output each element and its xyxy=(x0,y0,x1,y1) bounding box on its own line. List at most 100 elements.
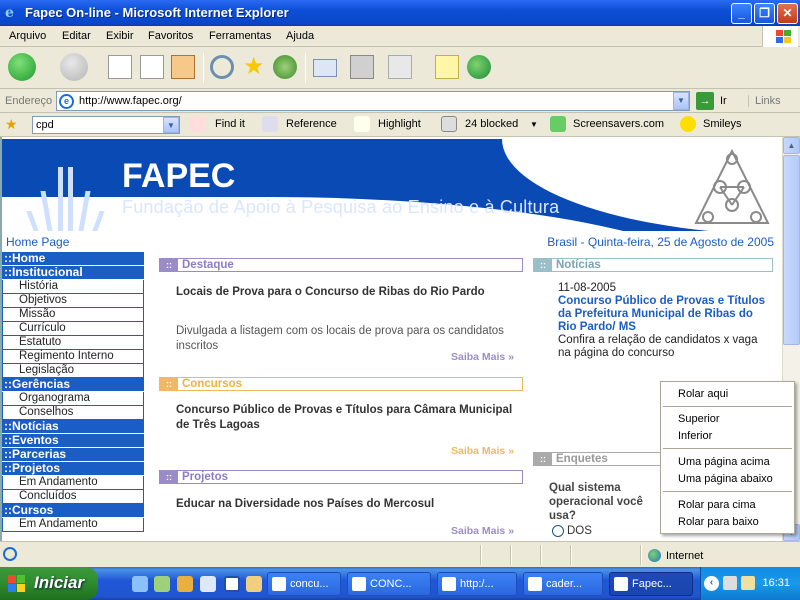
menu-top[interactable]: Superior xyxy=(678,413,720,425)
menu-editar[interactable]: Editar xyxy=(62,30,91,42)
menu-exibir[interactable]: Exibir xyxy=(106,30,134,42)
scroll-up-icon[interactable]: ▲ xyxy=(783,137,800,154)
print-icon[interactable] xyxy=(350,55,374,79)
stop-icon[interactable] xyxy=(108,55,132,79)
task-conc[interactable]: CONC... xyxy=(347,572,431,596)
task-http[interactable]: http:/... xyxy=(437,572,517,596)
task-fapec[interactable]: Fapec... xyxy=(609,572,693,596)
nav-link[interactable]: História xyxy=(2,280,144,294)
menu-scroll-down[interactable]: Rolar para baixo xyxy=(678,516,759,528)
projetos-more-link[interactable]: Saiba Mais » xyxy=(451,525,514,537)
nav-link[interactable]: Regimento Interno xyxy=(2,350,144,364)
quicklaunch-ie-icon[interactable] xyxy=(132,576,148,592)
search-icon[interactable] xyxy=(210,55,234,79)
nav-link[interactable]: Objetivos xyxy=(2,294,144,308)
mail-icon[interactable] xyxy=(313,59,337,77)
menu-ajuda[interactable]: Ajuda xyxy=(286,30,314,42)
edit-icon[interactable] xyxy=(388,55,412,79)
menu-bottom[interactable]: Inferior xyxy=(678,430,712,442)
search-dropdown-icon[interactable]: ▼ xyxy=(163,117,179,133)
nav-link[interactable]: Estatuto xyxy=(2,336,144,350)
menu-arquivo[interactable]: Arquivo xyxy=(9,30,46,42)
search-value[interactable]: cpd xyxy=(36,119,54,131)
tray-expand-icon[interactable]: ‹ xyxy=(704,576,719,591)
search-box[interactable]: cpd ▼ xyxy=(32,116,180,134)
screensavers-icon[interactable] xyxy=(550,116,566,132)
forward-icon[interactable] xyxy=(60,53,88,81)
menu-page-down[interactable]: Uma página abaixo xyxy=(678,473,773,485)
blocked-count[interactable]: 24 blocked xyxy=(465,118,518,130)
maximize-button[interactable]: ❐ xyxy=(754,3,775,24)
menu-favoritos[interactable]: Favoritos xyxy=(148,30,193,42)
quicklaunch-explorer-icon[interactable] xyxy=(177,576,193,592)
destaque-title[interactable]: Locais de Prova para o Concurso de Ribas… xyxy=(176,285,524,300)
scroll-thumb[interactable] xyxy=(783,155,800,345)
screensavers-link[interactable]: Screensavers.com xyxy=(573,118,664,130)
links-button[interactable]: Links xyxy=(748,95,781,107)
nav-section-header[interactable]: ::Home xyxy=(2,252,144,266)
blocked-dropdown-icon[interactable]: ▼ xyxy=(530,120,538,129)
task-cader[interactable]: cader... xyxy=(523,572,603,596)
history-icon[interactable] xyxy=(273,55,297,79)
address-url[interactable]: http://www.fapec.org/ xyxy=(79,95,182,107)
menu-scroll-up[interactable]: Rolar para cima xyxy=(678,499,756,511)
nav-section-header[interactable]: ::Notícias xyxy=(2,420,144,434)
concursos-title[interactable]: Concurso Público de Provas e Títulos par… xyxy=(176,403,524,433)
reference-link[interactable]: Reference xyxy=(286,118,337,130)
go-button[interactable]: Ir xyxy=(720,95,727,107)
go-arrow-icon[interactable]: → xyxy=(696,92,714,110)
address-input[interactable]: e http://www.fapec.org/ ▼ xyxy=(56,91,690,111)
nav-link[interactable]: Legislação xyxy=(2,364,144,378)
home-icon[interactable] xyxy=(171,55,195,79)
nav-section-header[interactable]: ::Projetos xyxy=(2,462,144,476)
messenger-icon[interactable] xyxy=(467,55,491,79)
poll-radio[interactable] xyxy=(552,525,564,537)
find-icon[interactable] xyxy=(190,116,206,132)
favorites-icon[interactable]: ★ xyxy=(243,55,267,79)
nav-link[interactable]: Missão xyxy=(2,308,144,322)
start-button[interactable]: Iniciar xyxy=(0,567,98,600)
popup-blocker-icon[interactable] xyxy=(441,116,457,132)
reference-icon[interactable] xyxy=(262,116,278,132)
nav-link[interactable]: Conselhos xyxy=(2,406,144,420)
home-page-link[interactable]: Home Page xyxy=(6,235,69,249)
quicklaunch-media-icon[interactable] xyxy=(154,576,170,592)
nav-section-header[interactable]: ::Institucional xyxy=(2,266,144,280)
quicklaunch-word-icon[interactable] xyxy=(224,576,240,592)
highlight-link[interactable]: Highlight xyxy=(378,118,421,130)
nav-link[interactable]: Em Andamento xyxy=(2,518,144,532)
nav-link[interactable]: Currículo xyxy=(2,322,144,336)
destaque-more-link[interactable]: Saiba Mais » xyxy=(451,351,514,363)
menu-ferramentas[interactable]: Ferramentas xyxy=(209,30,271,42)
nav-link[interactable]: Em Andamento xyxy=(2,476,144,490)
star-icon[interactable]: ★ xyxy=(5,116,18,133)
menu-page-up[interactable]: Uma página acima xyxy=(678,456,770,468)
nav-section-header[interactable]: ::Eventos xyxy=(2,434,144,448)
refresh-icon[interactable] xyxy=(140,55,164,79)
projetos-title[interactable]: Educar na Diversidade nos Países do Merc… xyxy=(176,497,524,512)
tray-network-icon[interactable] xyxy=(723,576,737,590)
smiley-icon[interactable] xyxy=(680,116,696,132)
concursos-more-link[interactable]: Saiba Mais » xyxy=(451,445,514,457)
minimize-button[interactable]: _ xyxy=(731,3,752,24)
address-dropdown-icon[interactable]: ▼ xyxy=(673,92,689,110)
highlight-icon[interactable] xyxy=(354,116,370,132)
close-button[interactable]: ✕ xyxy=(777,3,798,24)
tray-clock[interactable]: 16:31 xyxy=(762,577,790,589)
quicklaunch-folder-icon[interactable] xyxy=(246,576,262,592)
nav-section-header[interactable]: ::Cursos xyxy=(2,504,144,518)
nav-section-header[interactable]: ::Gerências xyxy=(2,378,144,392)
poll-option[interactable]: DOS xyxy=(552,525,592,537)
nav-link[interactable]: Concluídos xyxy=(2,490,144,504)
back-icon[interactable] xyxy=(8,53,36,81)
find-it-link[interactable]: Find it xyxy=(215,118,245,130)
discuss-icon[interactable] xyxy=(435,55,459,79)
nav-link[interactable]: Organograma xyxy=(2,392,144,406)
smileys-link[interactable]: Smileys xyxy=(703,118,742,130)
menu-scroll-here[interactable]: Rolar aqui xyxy=(678,388,728,400)
task-concu[interactable]: concu... xyxy=(267,572,341,596)
nav-section-header[interactable]: ::Parcerias xyxy=(2,448,144,462)
news-title[interactable]: Concurso Público de Provas e Títulos da … xyxy=(558,295,768,334)
quicklaunch-desktop-icon[interactable] xyxy=(200,576,216,592)
tray-volume-icon[interactable] xyxy=(741,576,755,590)
